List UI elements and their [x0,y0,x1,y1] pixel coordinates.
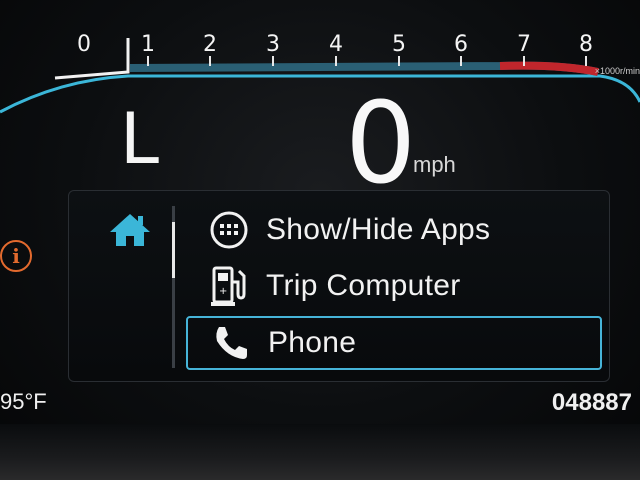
svg-text:+: + [219,286,227,297]
tach-tick-8: 8 [579,32,593,57]
gear-indicator: L [120,98,159,180]
speed-unit: mph [413,152,456,177]
dashboard-bezel [0,424,640,480]
phone-icon [206,323,256,363]
menu-item-label: Show/Hide Apps [266,213,491,246]
fuel-pump-icon: + [204,266,254,306]
tach-tick-1: 1 [141,32,155,57]
info-icon: i [0,240,32,272]
tach-tick-4: 4 [329,32,343,57]
tach-tick-3: 3 [266,32,280,57]
tach-tick-2: 2 [203,32,217,57]
menu-item-label: Trip Computer [266,269,461,302]
menu-item-phone[interactable]: Phone [186,316,602,370]
menu-item-trip-computer[interactable]: + Trip Computer [186,259,602,313]
tach-unit: ×1000r/min [594,66,640,76]
menu-scroll-indicator [172,222,175,278]
odometer: 048887 [551,389,632,416]
tach-tick-7: 7 [517,32,531,57]
menu-item-show-hide-apps[interactable]: Show/Hide Apps [186,203,602,257]
tach-tick-5: 5 [392,32,406,57]
menu-item-label: Phone [268,326,357,359]
tach-tick-6: 6 [454,32,468,57]
instrument-cluster: 0 1 2 3 4 5 6 7 8 ×1000r/min L 0 mph i S… [0,0,640,480]
tach-tick-0: 0 [77,32,91,57]
apps-grid-icon [204,210,254,250]
tachometer-arc [0,38,640,114]
outside-temperature: 95°F [0,389,47,414]
speed-value: 0 [345,79,417,209]
home-icon[interactable] [108,212,152,248]
